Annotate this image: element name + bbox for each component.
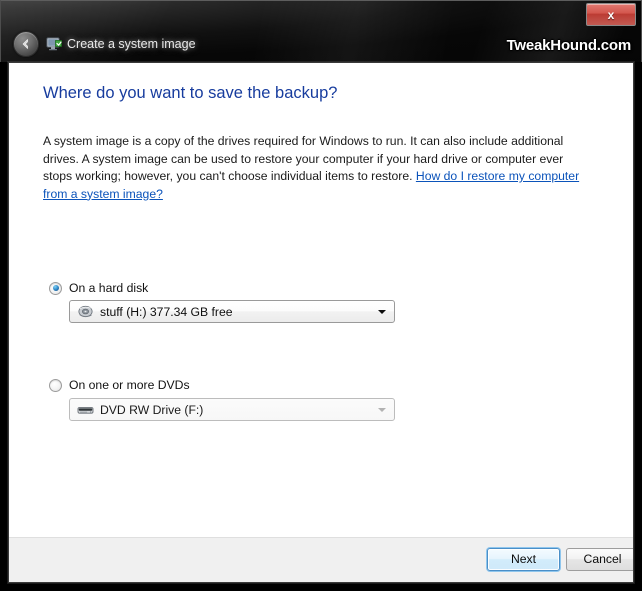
description-text: A system image is a copy of the drives r…: [43, 133, 587, 203]
chevron-down-icon: [378, 407, 386, 412]
hard-disk-combobox[interactable]: stuff (H:) 377.34 GB free: [69, 300, 395, 323]
radio-indicator-dvd: [49, 378, 62, 392]
hard-disk-icon: [78, 305, 93, 317]
dvd-combobox: DVD RW Drive (F:): [69, 398, 395, 421]
window-title: Create a system image: [67, 37, 196, 51]
chevron-down-icon: [378, 309, 386, 314]
title-bar: x Create a system image TweakHound.com: [0, 0, 642, 62]
radio-on-one-or-more-dvds[interactable]: On one or more DVDs: [49, 378, 190, 392]
close-icon: x: [607, 7, 615, 22]
next-button[interactable]: Next: [487, 548, 560, 571]
close-button[interactable]: x: [586, 3, 636, 26]
hard-disk-dropdown-arrow[interactable]: [370, 301, 394, 322]
radio-indicator-hard-disk: [49, 281, 62, 295]
system-image-monitor-icon: [46, 37, 62, 51]
radio-label-hard-disk: On a hard disk: [69, 281, 149, 295]
dvd-combobox-value: DVD RW Drive (F:): [100, 402, 204, 417]
back-arrow-icon: [22, 39, 28, 49]
dvd-dropdown-arrow: [370, 399, 394, 420]
watermark: TweakHound.com: [506, 37, 632, 54]
hard-disk-combobox-value: stuff (H:) 377.34 GB free: [100, 304, 233, 319]
back-button[interactable]: [13, 31, 39, 57]
dialog-content: Where do you want to save the backup? A …: [8, 62, 634, 583]
radio-on-a-hard-disk[interactable]: On a hard disk: [49, 281, 148, 295]
page-title: Where do you want to save the backup?: [43, 84, 338, 102]
radio-label-dvd: On one or more DVDs: [69, 378, 190, 392]
dvd-drive-icon: [77, 406, 94, 414]
system-image-wizard-window: x Create a system image TweakHound.com W…: [0, 0, 642, 591]
cancel-button[interactable]: Cancel: [566, 548, 633, 571]
dialog-footer: Next Cancel: [9, 537, 633, 582]
